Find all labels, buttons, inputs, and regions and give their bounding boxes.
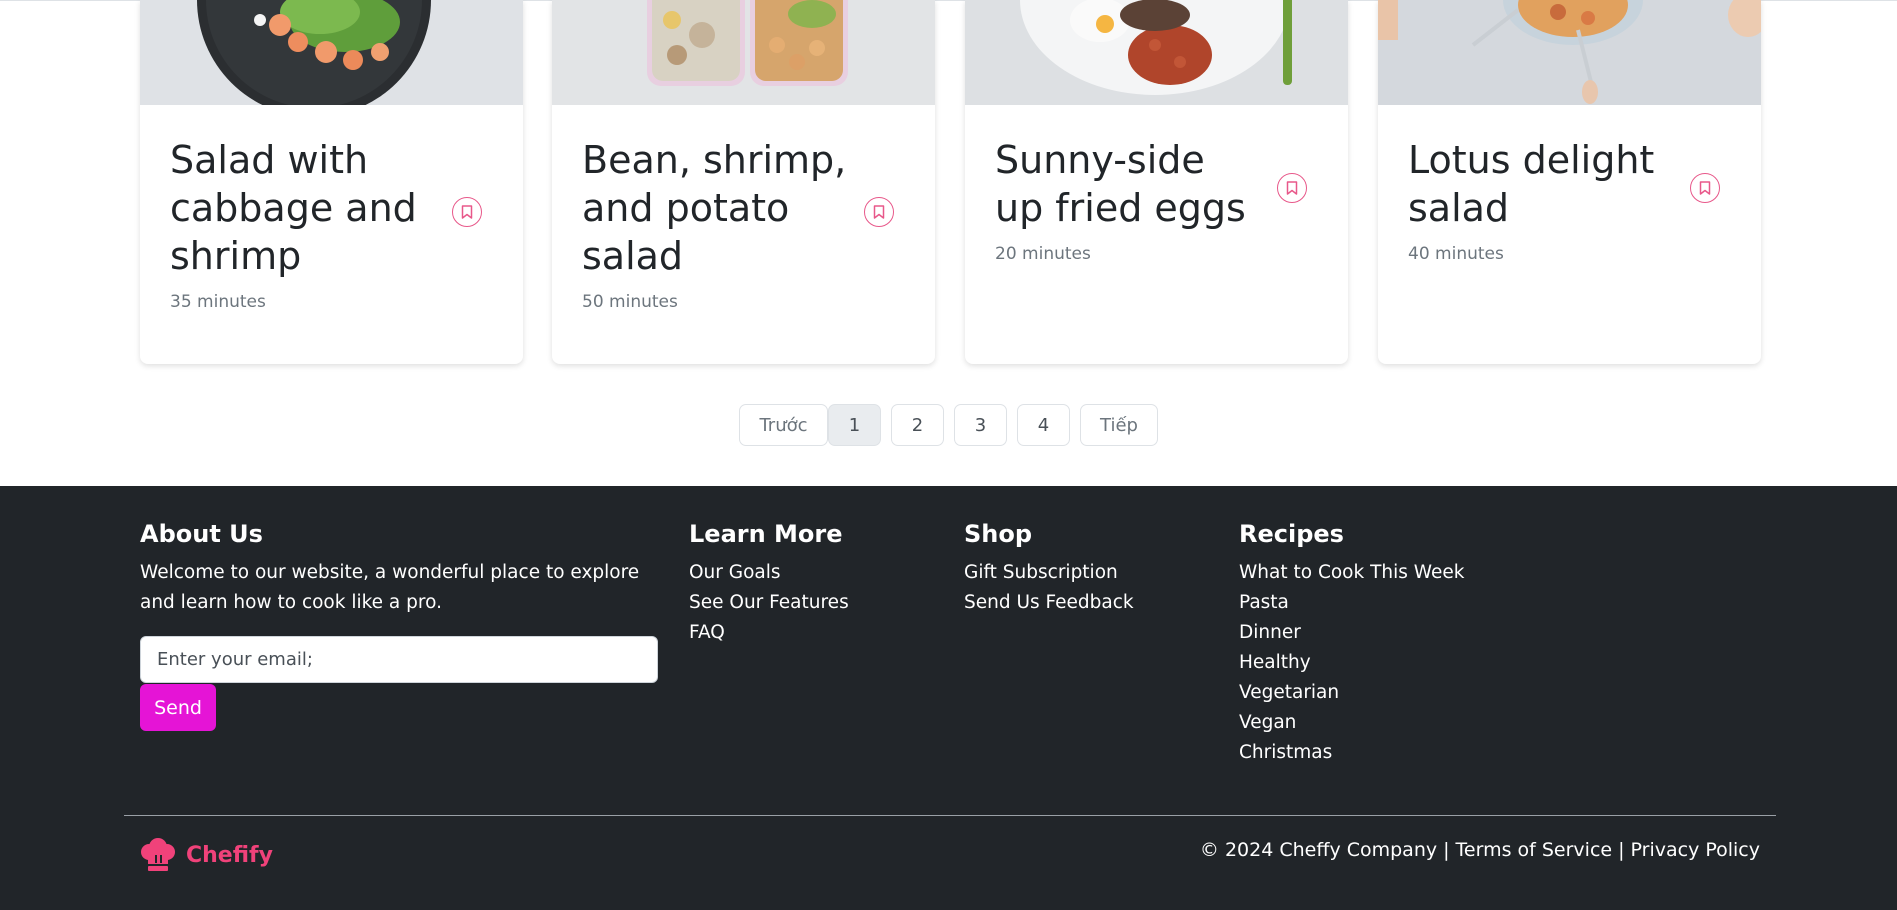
bookmark-button[interactable] [864,197,894,227]
footer-link-christmas[interactable]: Christmas [1239,738,1464,768]
pagination-next[interactable]: Tiếp [1080,404,1158,446]
recipe-card[interactable]: Salad with cabbage and shrimp 35 minutes [140,0,523,364]
recipe-title[interactable]: Bean, shrimp, and potato salad [582,136,850,280]
recipe-section: Salad with cabbage and shrimp 35 minutes [0,0,1897,486]
recipe-image [1378,0,1761,105]
footer-link-dinner[interactable]: Dinner [1239,618,1464,648]
footer-divider [124,815,1776,816]
pagination-prev[interactable]: Trước [739,404,828,446]
bookmark-icon [873,205,885,219]
footer-link-our-goals[interactable]: Our Goals [689,558,849,588]
footer-about-text: Welcome to our website, a wonderful plac… [140,562,640,613]
privacy-link[interactable]: Privacy Policy [1631,839,1760,861]
footer-about-heading: About Us [140,520,263,548]
bookmark-button[interactable] [452,197,482,227]
recipe-card[interactable]: Lotus delight salad 40 minutes [1378,0,1761,364]
bookmark-icon [461,205,473,219]
recipe-time: 35 minutes [170,292,266,312]
footer-legal: © 2024 Cheffy Company | Terms of Service… [1200,839,1760,861]
copyright-text: © 2024 Cheffy Company [1199,839,1438,861]
recipe-image [552,0,935,105]
site-footer: About Us Welcome to our website, a wonde… [0,486,1897,910]
footer-link-vegan[interactable]: Vegan [1239,708,1464,738]
bookmark-icon [1699,181,1711,195]
footer-learn-more: Learn More Our Goals See Our Features FA… [689,516,849,648]
pagination: Trước 1 2 3 4 Tiếp [739,404,1158,446]
send-button[interactable]: Send [140,684,216,731]
chef-hat-icon [141,838,175,871]
footer-recipes: Recipes What to Cook This Week Pasta Din… [1239,516,1464,768]
recipe-title[interactable]: Salad with cabbage and shrimp [170,136,438,280]
recipe-title[interactable]: Lotus delight salad [1408,136,1676,232]
footer-link-what-to-cook[interactable]: What to Cook This Week [1239,558,1464,588]
footer-shop-heading: Shop [964,520,1033,548]
recipe-time: 40 minutes [1408,244,1504,264]
footer-link-healthy[interactable]: Healthy [1239,648,1464,678]
recipe-title[interactable]: Sunny-side up fried eggs [995,136,1263,232]
terms-link[interactable]: Terms of Service [1456,839,1613,861]
pagination-page-4[interactable]: 4 [1017,404,1070,446]
footer-shop: Shop Gift Subscription Send Us Feedback [964,516,1134,618]
brand-logo[interactable]: Chefify [140,838,273,872]
legal-separator: | [1618,839,1625,861]
pagination-page-1[interactable]: 1 [828,404,881,446]
email-input[interactable] [140,636,658,683]
footer-link-vegetarian[interactable]: Vegetarian [1239,678,1464,708]
brand-name: Chefify [186,842,273,868]
recipe-time: 50 minutes [582,292,678,312]
legal-separator: | [1443,839,1450,861]
footer-link-faq[interactable]: FAQ [689,618,849,648]
recipe-image [965,0,1348,105]
recipe-time: 20 minutes [995,244,1091,264]
footer-link-pasta[interactable]: Pasta [1239,588,1464,618]
footer-link-gift-subscription[interactable]: Gift Subscription [964,558,1134,588]
footer-learn-more-heading: Learn More [689,520,843,548]
bookmark-icon [1286,181,1298,195]
bookmark-button[interactable] [1277,173,1307,203]
recipe-image [140,0,523,105]
pagination-page-3[interactable]: 3 [954,404,1007,446]
footer-about: About Us Welcome to our website, a wonde… [140,516,665,618]
recipe-card[interactable]: Bean, shrimp, and potato salad 50 minute… [552,0,935,364]
pagination-page-2[interactable]: 2 [891,404,944,446]
footer-recipes-heading: Recipes [1239,520,1344,548]
footer-link-send-feedback[interactable]: Send Us Feedback [964,588,1134,618]
bookmark-button[interactable] [1690,173,1720,203]
recipe-card[interactable]: Sunny-side up fried eggs 20 minutes [965,0,1348,364]
footer-link-see-our-features[interactable]: See Our Features [689,588,849,618]
